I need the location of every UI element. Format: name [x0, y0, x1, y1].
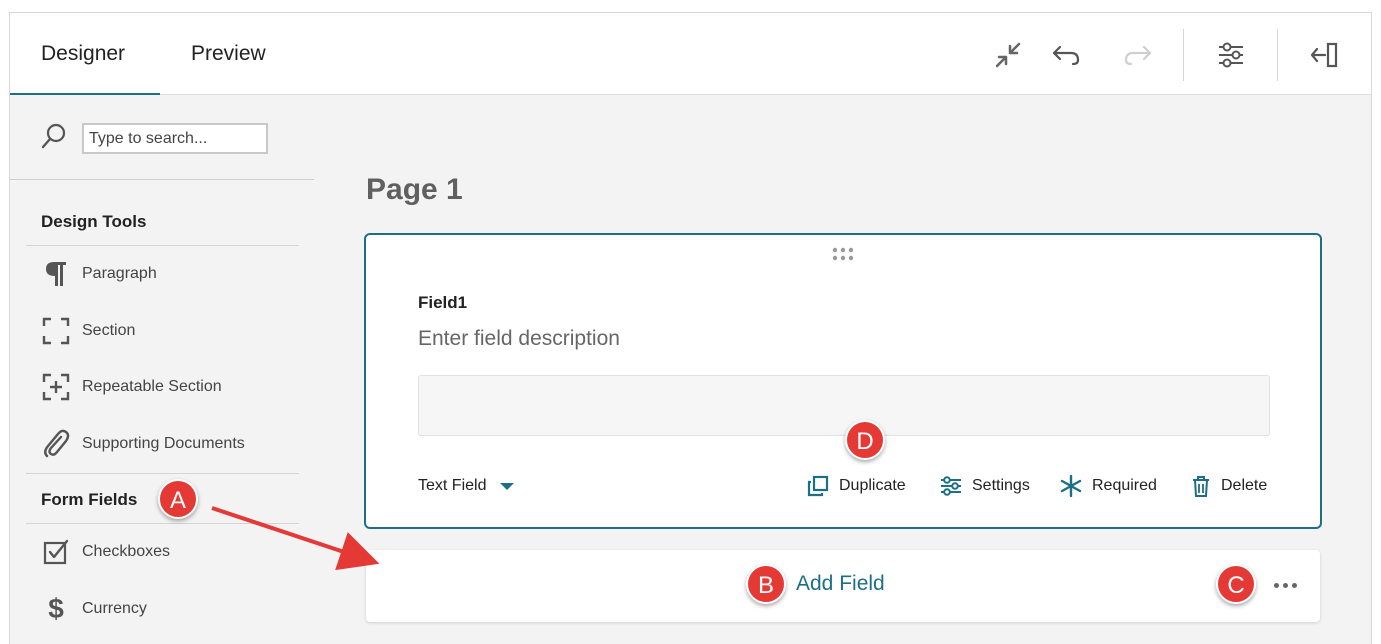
field-type-label: Text Field	[418, 477, 487, 494]
group-divider	[26, 523, 299, 524]
tool-label: Section	[82, 322, 136, 339]
sidebar: Design Tools Paragraph Section	[10, 96, 314, 644]
search-icon[interactable]	[40, 122, 68, 155]
tab-designer[interactable]: Designer	[10, 13, 160, 95]
duplicate-label: Duplicate	[839, 477, 906, 494]
duplicate-button[interactable]: Duplicate	[807, 475, 906, 497]
sidebar-divider	[10, 179, 314, 180]
collapse-icon[interactable]	[990, 37, 1026, 73]
settings-button[interactable]: Settings	[940, 475, 1030, 497]
tab-preview[interactable]: Preview	[160, 13, 297, 95]
tool-label: Paragraph	[82, 265, 157, 282]
field-card[interactable]: Field1 Enter field description Text Fiel…	[364, 233, 1322, 529]
field-label[interactable]: Field1	[418, 293, 467, 313]
more-options-icon[interactable]	[1268, 568, 1302, 602]
tool-label: Currency	[82, 600, 147, 617]
section-icon	[40, 316, 72, 346]
required-label: Required	[1092, 477, 1157, 494]
duplicate-icon	[807, 475, 829, 497]
tool-label: Checkboxes	[82, 543, 171, 560]
form-designer-window: Designer Preview Type to search... Desig…	[9, 12, 1372, 644]
delete-button[interactable]: Delete	[1191, 475, 1267, 497]
tool-repeatable-section[interactable]: Repeatable Section	[40, 372, 222, 402]
settings-sliders-icon[interactable]	[1213, 37, 1249, 73]
top-bar: Designer Preview	[10, 13, 1371, 95]
field-type-dropdown[interactable]: Text Field	[418, 477, 515, 495]
settings-label: Settings	[972, 477, 1030, 494]
add-field-bar: Add Field	[366, 550, 1320, 622]
delete-label: Delete	[1221, 477, 1268, 494]
redo-icon[interactable]	[1120, 37, 1156, 73]
form-fields-heading: Form Fields	[41, 490, 138, 509]
callout-badge-d: D	[845, 420, 885, 460]
paragraph-icon	[40, 259, 72, 289]
tool-currency[interactable]: $ Currency	[40, 593, 147, 624]
repeatable-section-icon	[40, 372, 72, 402]
group-divider	[26, 245, 299, 246]
callout-badge-c: C	[1216, 564, 1256, 604]
tool-supporting-documents[interactable]: Supporting Documents	[40, 429, 245, 459]
asterisk-icon	[1060, 475, 1082, 497]
group-divider	[26, 473, 299, 474]
drag-handle-icon[interactable]	[832, 247, 854, 266]
tool-label: Supporting Documents	[82, 435, 245, 452]
tool-section[interactable]: Section	[40, 316, 135, 346]
caret-down-icon	[500, 482, 515, 490]
tool-paragraph[interactable]: Paragraph	[40, 259, 157, 289]
settings-sliders-icon	[940, 475, 962, 497]
field-input-preview	[418, 375, 1270, 436]
paperclip-icon	[40, 429, 72, 459]
search-input[interactable]	[82, 123, 268, 154]
callout-badge-b: B	[746, 564, 786, 604]
required-button[interactable]: Required	[1060, 475, 1157, 497]
field-description[interactable]: Enter field description	[418, 327, 620, 351]
toolbar-separator	[1183, 29, 1184, 81]
add-field-button[interactable]: Add Field	[796, 572, 885, 596]
trash-icon	[1191, 475, 1211, 497]
design-tools-heading: Design Tools	[41, 212, 147, 231]
collapse-panel-icon[interactable]	[1306, 37, 1342, 73]
page-title: Page 1	[366, 173, 463, 206]
dollar-icon: $	[48, 593, 64, 624]
tool-checkboxes[interactable]: Checkboxes	[40, 537, 170, 567]
search-row	[40, 122, 268, 155]
toolbar-separator	[1277, 29, 1278, 81]
callout-badge-a: A	[158, 479, 198, 519]
undo-icon[interactable]	[1048, 37, 1084, 73]
tool-label: Repeatable Section	[82, 378, 222, 395]
checkbox-icon	[40, 537, 72, 567]
